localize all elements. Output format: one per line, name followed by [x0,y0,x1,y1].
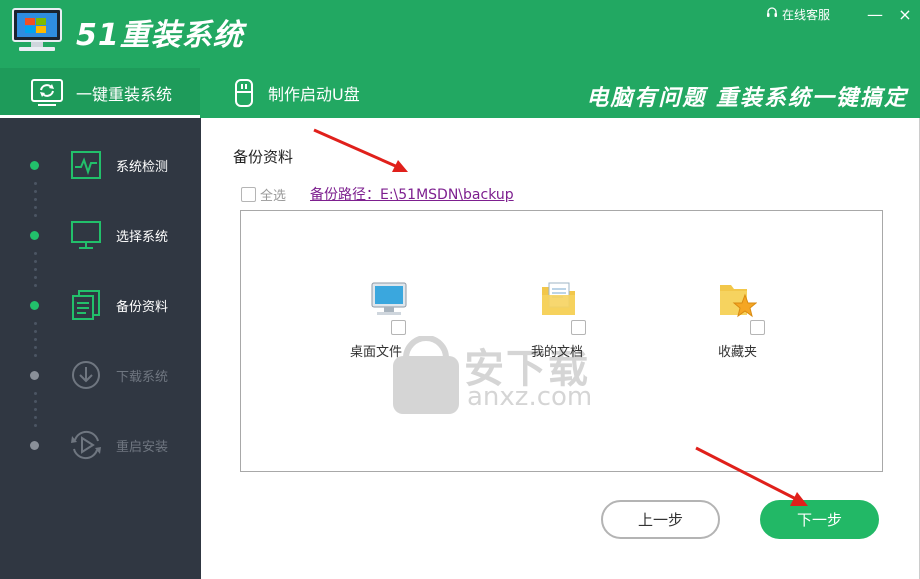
previous-step-button[interactable]: 上一步 [601,500,720,539]
step-dot [30,300,39,310]
item-label: 收藏夹 [718,345,758,360]
tab-label: 制作启动U盘 [268,85,360,104]
step-dot [30,230,39,240]
online-service-link[interactable]: 在线客服 [766,6,830,23]
online-service-label: 在线客服 [781,7,830,22]
tab-make-usb-boot[interactable]: 制作启动U盘 [232,68,412,118]
next-step-button[interactable]: 下一步 [760,500,879,539]
backup-items-box: 安下载 anxz.com 桌面文件 我的文档 收藏夹 [240,210,883,472]
main-panel: 备份资料 全选 备份路径：E:\51MSDN\backup 安下载 anxz.c… [201,118,920,579]
sidebar: 系统检测 选择系统 备份资料 下载系统 重启安装 [0,118,201,579]
step-select-system: 选择系统 [0,215,201,255]
step-restart-install: 重启安装 [0,425,201,465]
step-label: 选择系统 [116,229,169,245]
item-label: 我的文档 [531,345,584,360]
step-system-check: 系统检测 [0,145,201,185]
step-dot [30,370,39,380]
select-all-checkbox[interactable]: 全选 [241,185,286,204]
step-download-system: 下载系统 [0,355,201,395]
documents-icon [69,288,103,322]
documents-folder-icon [539,279,579,319]
app-window: 51重装系统 在线客服 — × 一键重装系统 制作启动U盘 电脑有问题 重装系统… [0,0,920,579]
refresh-monitor-icon [30,78,64,108]
usb-icon [232,78,256,108]
minimize-button[interactable]: — [860,0,890,28]
slogan: 电脑有问题 重装系统一键搞定 [586,85,908,111]
tab-one-click-reinstall[interactable]: 一键重装系统 [0,68,200,118]
tab-label: 一键重装系统 [76,85,173,104]
step-label: 下载系统 [116,369,169,385]
headset-icon [766,6,778,22]
step-backup-data: 备份资料 [0,285,201,325]
section-title: 备份资料 [233,148,294,166]
pulse-monitor-icon [69,148,103,182]
my-documents-checkbox[interactable] [571,320,586,335]
select-all-label: 全选 [260,189,287,204]
watermark-sub: anxz.com [467,382,593,412]
monitor-icon [69,218,103,252]
backup-path-link[interactable]: 备份路径：E:\51MSDN\backup [310,184,514,204]
restart-play-icon [69,428,103,462]
desktop-computer-icon [369,279,409,319]
checkbox[interactable] [241,187,256,202]
step-dot [30,160,39,170]
computer-logo-icon [11,7,63,52]
window-controls: 在线客服 — × [766,0,920,28]
step-label: 备份资料 [116,299,169,315]
favorites-folder-icon [717,279,758,319]
favorites-checkbox[interactable] [750,320,765,335]
step-label: 系统检测 [116,159,169,175]
step-label: 重启安装 [116,439,169,455]
close-button[interactable]: × [890,0,920,28]
header: 51重装系统 在线客服 — × 一键重装系统 制作启动U盘 电脑有问题 重装系统… [0,0,920,118]
download-icon [69,358,103,392]
desktop-files-checkbox[interactable] [391,320,406,335]
app-title: 51重装系统 [76,18,244,53]
item-label: 桌面文件 [350,345,403,360]
step-dot [30,440,39,450]
